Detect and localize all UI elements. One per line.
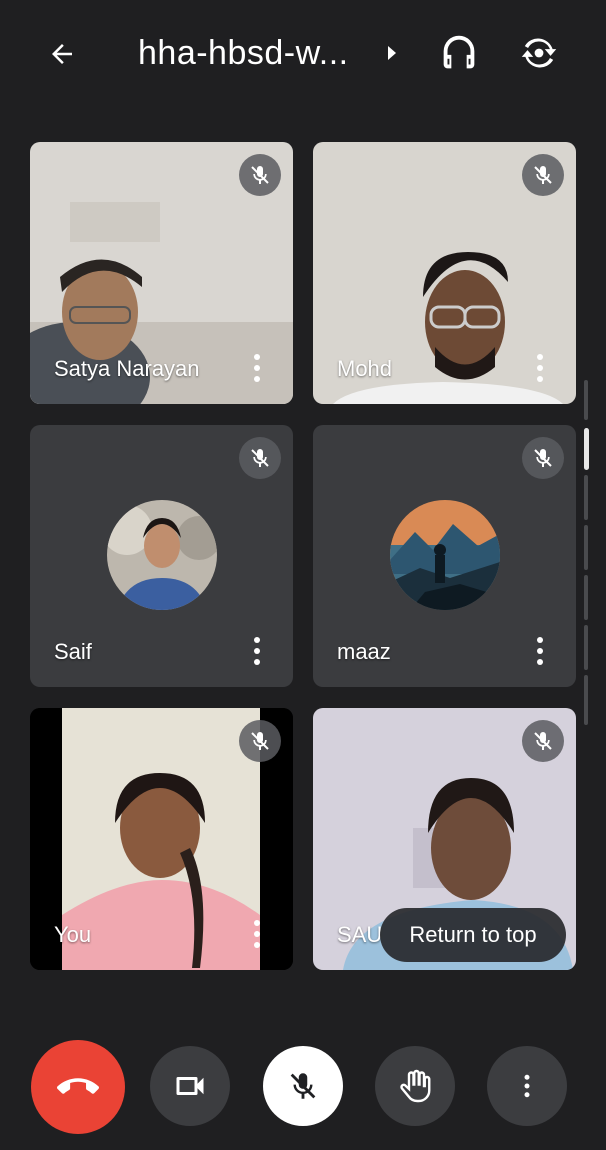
microphone-toggle-button[interactable] [263,1046,343,1126]
participant-name: Saif [54,639,92,664]
participant-muted-indicator [239,437,281,479]
raise-hand-button[interactable] [375,1046,455,1126]
participant-more-options-button[interactable] [530,635,550,667]
more-vertical-icon [524,1074,530,1098]
phone-hangup-icon [57,1078,99,1094]
camera-toggle-button[interactable] [150,1046,230,1126]
participant-name: Mohd [337,356,393,381]
end-call-button[interactable] [31,1040,125,1134]
hand-icon [400,1069,431,1103]
headphones-icon [443,35,475,69]
avatar [106,500,217,610]
participant-name: SAU [337,922,383,947]
participant-more-options-button[interactable] [247,918,267,950]
participant-more-options-button[interactable] [247,352,267,384]
mic-off-icon [251,166,269,184]
return-to-top-button[interactable]: Return to top [380,908,566,962]
camera-flip-icon [521,38,557,68]
participant-muted-indicator [239,154,281,196]
participant-more-options-button[interactable] [247,635,267,667]
top-bar: hha-hbsd-w... [0,0,606,110]
mic-off-icon [251,732,269,750]
participant-name: maaz [337,639,391,664]
participant-tile[interactable]: Saif [30,425,293,687]
participant-more-options-button[interactable] [530,352,550,384]
avatar [389,500,500,610]
meeting-title[interactable]: hha-hbsd-w... [138,34,349,73]
mic-off-icon [534,732,552,750]
participant-name: Satya Narayan [54,356,200,381]
audio-output-button[interactable] [436,30,482,76]
participant-muted-indicator [522,720,564,762]
caret-right-icon[interactable] [384,42,400,64]
participant-muted-indicator [522,154,564,196]
video-camera-icon [176,1077,204,1095]
participant-name: You [54,922,92,947]
switch-camera-button[interactable] [516,30,562,76]
back-button[interactable] [40,32,84,76]
mic-off-icon [290,1073,316,1099]
participant-tile-self[interactable]: You [30,708,293,970]
mic-off-icon [251,449,269,467]
call-controls [0,1040,606,1134]
participant-tile[interactable]: maaz [313,425,576,687]
self-muted-indicator [239,720,281,762]
mic-off-icon [534,449,552,467]
participant-tile[interactable]: Mohd [313,142,576,404]
more-options-button[interactable] [487,1046,567,1126]
participant-muted-indicator [522,437,564,479]
participant-tile[interactable]: Satya Narayan [30,142,293,404]
arrow-left-icon [52,44,72,64]
mic-off-icon [534,166,552,184]
scrollbar-thumb[interactable] [584,428,589,470]
